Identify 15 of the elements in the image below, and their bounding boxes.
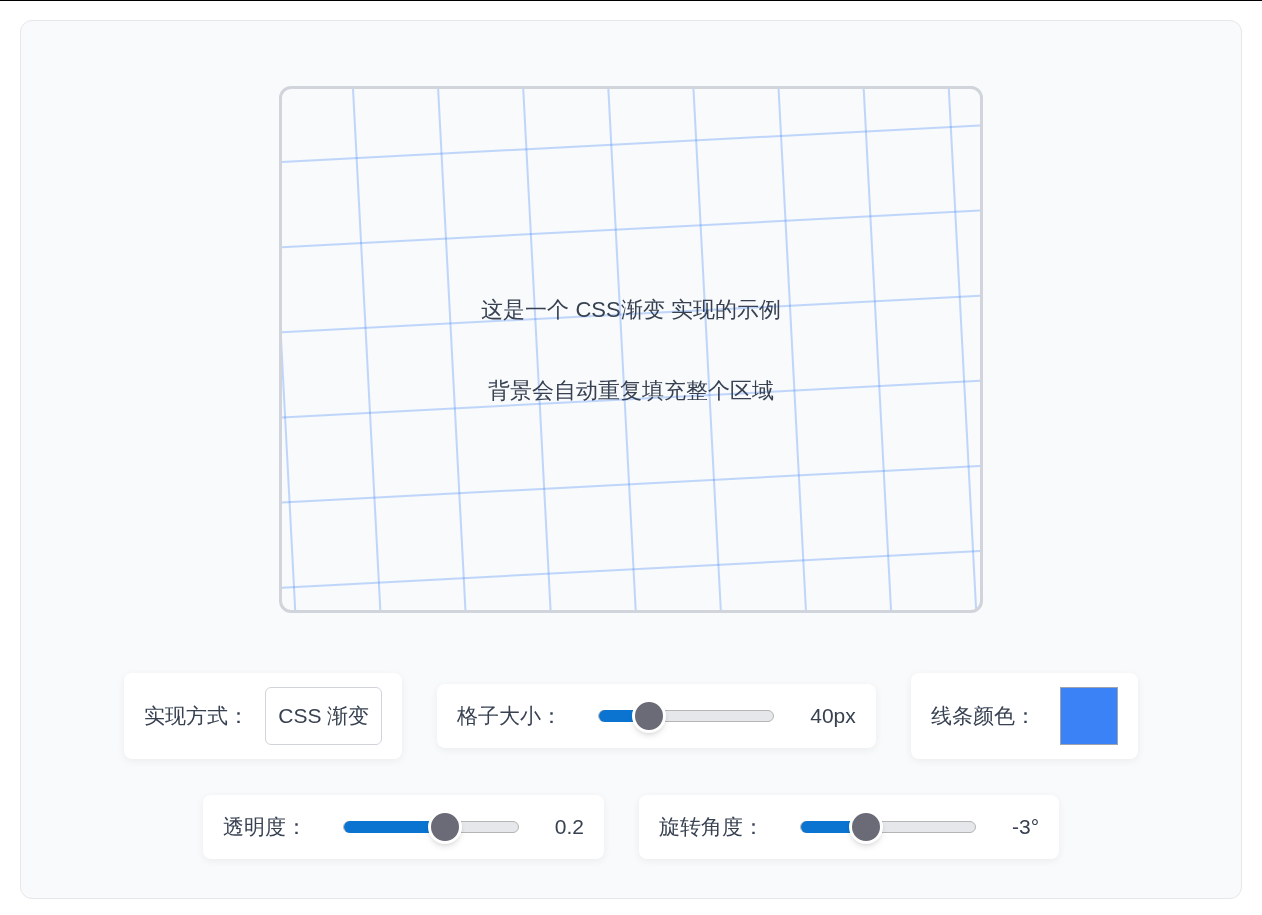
control-label: 透明度： [222, 814, 307, 841]
control-label: 旋转角度： [659, 814, 765, 841]
slider-value: 40px [810, 703, 856, 730]
preview-text: 背景会自动重复填充整个区域 [488, 376, 774, 405]
slider-thumb[interactable] [849, 810, 884, 844]
slider-thumb[interactable] [427, 810, 462, 844]
control-label: 实现方式： [144, 703, 250, 730]
control-label: 线条颜色： [930, 703, 1036, 730]
preview-text: 这是一个 CSS渐变 实现的示例 [481, 295, 781, 324]
slider-thumb[interactable] [632, 699, 667, 733]
slider-value: 0.2 [554, 814, 585, 841]
slider-value: -3° [1012, 814, 1040, 841]
color-swatch[interactable] [1059, 687, 1118, 745]
control-label: 格子大小： [457, 703, 563, 730]
method-button[interactable]: CSS 渐变 [265, 687, 383, 745]
